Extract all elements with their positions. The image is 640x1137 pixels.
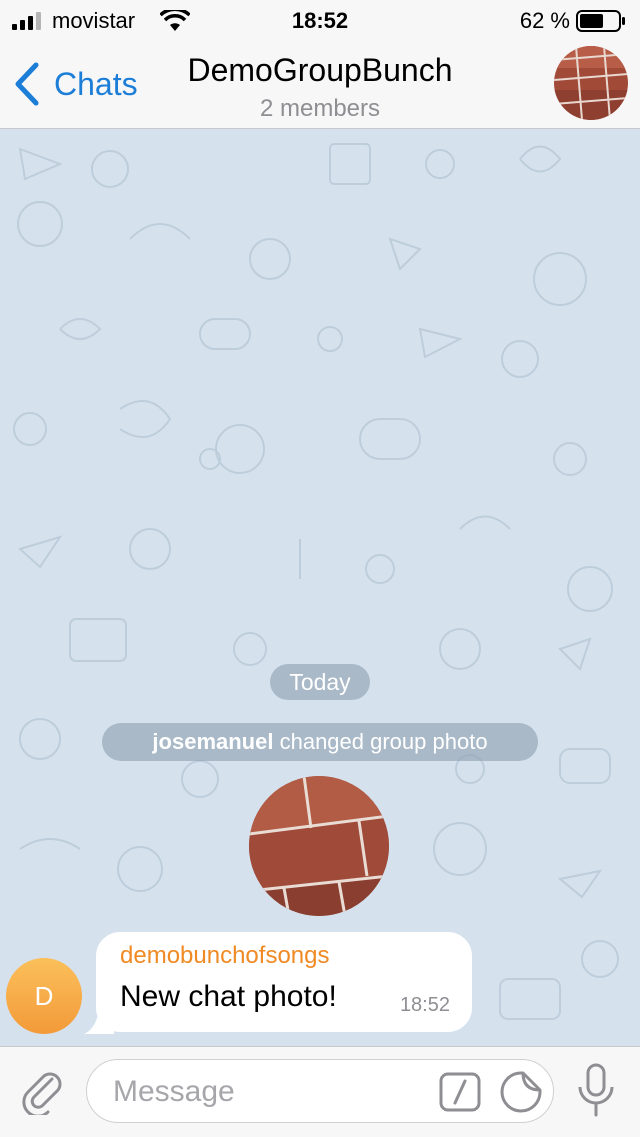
chat-header[interactable]: DemoGroupBunch 2 members	[140, 52, 500, 123]
input-bar	[0, 1046, 640, 1137]
chevron-left-icon	[15, 62, 39, 106]
message-input-container[interactable]	[86, 1059, 554, 1123]
new-group-photo[interactable]	[249, 776, 389, 916]
service-action: changed group photo	[279, 729, 488, 754]
message-bubble[interactable]: demobunchofsongs New chat photo! 18:52	[96, 932, 472, 1032]
back-button[interactable]: Chats	[14, 60, 138, 108]
service-actor: josemanuel	[152, 729, 274, 754]
chat-history[interactable]: Today josemanuel changed group photo D d…	[0, 129, 640, 1046]
paperclip-icon[interactable]	[18, 1065, 68, 1115]
avatar[interactable]: D	[6, 958, 82, 1034]
group-photo-image	[249, 776, 389, 916]
status-bar: movistar 18:52 62 %	[0, 0, 640, 40]
service-message: josemanuel changed group photo	[102, 723, 538, 761]
back-label: Chats	[54, 65, 138, 102]
member-count: 2 members	[259, 95, 381, 122]
sticker-icon[interactable]	[499, 1070, 543, 1114]
microphone-icon[interactable]	[574, 1063, 618, 1119]
group-avatar[interactable]	[554, 46, 628, 120]
message-text: New chat photo!	[120, 980, 337, 1013]
sender-name[interactable]: demobunchofsongs	[120, 942, 329, 970]
message-time: 18:52	[399, 994, 450, 1016]
message-input[interactable]	[111, 1070, 435, 1114]
battery-percent: 62 %	[519, 8, 570, 33]
battery-icon	[576, 10, 625, 32]
date-separator: Today	[270, 664, 370, 700]
group-photo-thumbnail	[554, 46, 628, 120]
nav-bar: Chats DemoGroupBunch 2 members	[0, 40, 640, 129]
slash-command-icon[interactable]	[439, 1072, 481, 1112]
chat-title: DemoGroupBunch	[187, 52, 453, 88]
